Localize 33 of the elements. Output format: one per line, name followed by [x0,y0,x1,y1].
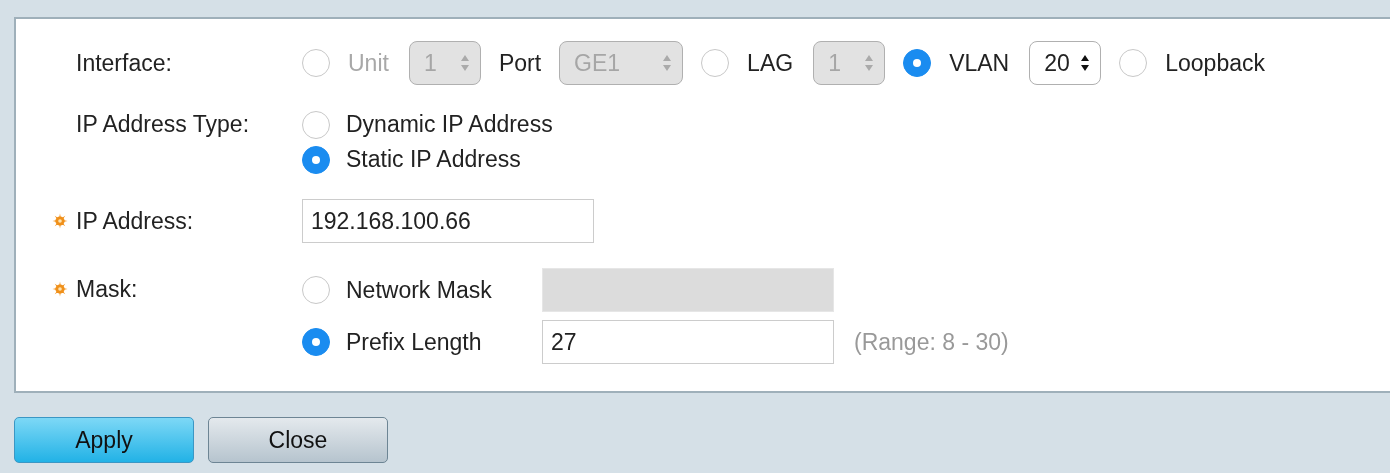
apply-button[interactable]: Apply [14,417,194,463]
range-hint: (Range: 8 - 30) [854,328,1009,356]
input-field[interactable]: 27 [542,320,834,364]
updown-arrows-icon [1080,53,1091,73]
dropdown[interactable]: 20 [1029,41,1102,85]
radio-button[interactable] [302,110,330,139]
radio-button[interactable] [1119,49,1148,77]
field-label: IP Address Type: [76,111,250,138]
option-label: Prefix Length [346,328,482,356]
option-label: Network Mask [346,276,492,304]
dropdown: 1 [813,41,886,85]
field-label: IP Address: [76,207,194,235]
option-label: Unit [348,49,389,77]
updown-arrows-icon [864,53,875,73]
close-button[interactable]: Close [208,417,388,463]
dropdown: GE1 [559,41,684,85]
option-label: LAG [747,49,794,77]
radio-button[interactable] [302,328,330,356]
option-label: Static IP Address [346,146,521,173]
updown-arrows-icon [662,53,673,73]
option-label: Port [498,49,542,77]
dropdown: 1 [408,41,481,85]
option-label: Loopback [1165,49,1265,77]
radio-button[interactable] [302,276,330,304]
updown-arrows-icon [459,53,470,73]
radio-button[interactable] [701,49,730,77]
option-label: Dynamic IP Address [346,111,553,138]
field-label: Mask: [76,275,138,303]
radio-button[interactable] [903,49,932,77]
option-label: VLAN [949,49,1010,77]
ip-address-field[interactable]: 192.168.100.66 [302,199,594,243]
field-label: Interface: [76,49,172,77]
radio-button[interactable] [302,145,330,174]
